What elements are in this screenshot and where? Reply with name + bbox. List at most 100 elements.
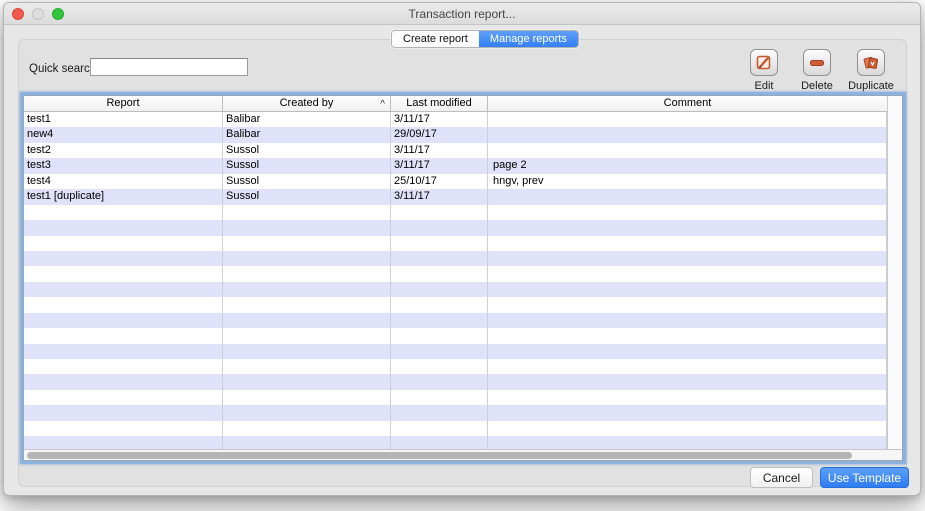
cell-created-by	[223, 297, 391, 312]
cell-comment	[488, 205, 887, 220]
table-row-empty[interactable]	[24, 205, 887, 220]
cell-last-modified: 25/10/17	[391, 174, 488, 189]
table-row-empty[interactable]	[24, 328, 887, 343]
cell-last-modified	[391, 421, 488, 436]
table-row-empty[interactable]	[24, 344, 887, 359]
cell-comment	[488, 390, 887, 405]
cell-created-by: Sussol	[223, 158, 391, 173]
cell-report: test4	[24, 174, 223, 189]
cell-created-by: Balibar	[223, 112, 391, 127]
column-header-last-modified-label: Last modified	[406, 97, 471, 109]
table-row-empty[interactable]	[24, 374, 887, 389]
table-row[interactable]: test4Sussol25/10/17hngv, prev	[24, 174, 887, 189]
use-template-button[interactable]: Use Template	[820, 467, 909, 488]
cell-comment	[488, 297, 887, 312]
cell-created-by: Balibar	[223, 127, 391, 142]
cell-report	[24, 282, 223, 297]
table-row-empty[interactable]	[24, 359, 887, 374]
table-row-empty[interactable]	[24, 220, 887, 235]
cell-last-modified	[391, 359, 488, 374]
cell-report	[24, 297, 223, 312]
cell-created-by	[223, 344, 391, 359]
cell-created-by	[223, 236, 391, 251]
cell-report	[24, 251, 223, 266]
table-row[interactable]: test2Sussol3/11/17	[24, 143, 887, 158]
cell-comment	[488, 236, 887, 251]
column-header-report[interactable]: Report	[24, 96, 223, 111]
cell-report: test1 [duplicate]	[24, 189, 223, 204]
cell-report	[24, 405, 223, 420]
cell-created-by	[223, 205, 391, 220]
cell-comment	[488, 421, 887, 436]
column-header-last-modified[interactable]: Last modified	[391, 96, 488, 111]
tab-create-report[interactable]: Create report	[392, 31, 479, 47]
cell-report	[24, 236, 223, 251]
cell-created-by	[223, 374, 391, 389]
table-row-empty[interactable]	[24, 405, 887, 420]
quick-search-input[interactable]	[90, 58, 248, 76]
cell-created-by	[223, 390, 391, 405]
cell-comment	[488, 405, 887, 420]
quick-search-label: Quick search	[29, 63, 96, 75]
vertical-scrollbar[interactable]	[887, 96, 902, 449]
cell-last-modified: 3/11/17	[391, 158, 488, 173]
table-header-row: Report Created by ^ Last modified Commen…	[24, 96, 887, 112]
title-bar: Transaction report...	[4, 3, 920, 25]
table-row-empty[interactable]	[24, 421, 887, 436]
column-header-created-by-label: Created by	[280, 97, 334, 109]
cell-comment	[488, 374, 887, 389]
cell-comment	[488, 344, 887, 359]
cell-report	[24, 328, 223, 343]
cell-last-modified	[391, 436, 488, 449]
cell-created-by: Sussol	[223, 189, 391, 204]
cell-comment	[488, 266, 887, 281]
cell-comment: hngv, prev	[488, 174, 887, 189]
horizontal-scrollbar-thumb[interactable]	[27, 452, 852, 459]
table-row-empty[interactable]	[24, 436, 887, 449]
horizontal-scrollbar[interactable]	[24, 449, 902, 460]
table-row-empty[interactable]	[24, 313, 887, 328]
table-row-empty[interactable]	[24, 251, 887, 266]
table-row-empty[interactable]	[24, 266, 887, 281]
cell-last-modified: 3/11/17	[391, 143, 488, 158]
cell-last-modified	[391, 405, 488, 420]
table-row[interactable]: new4Balibar29/09/17	[24, 127, 887, 142]
cancel-button[interactable]: Cancel	[750, 467, 813, 488]
delete-button[interactable]	[803, 49, 831, 76]
table-row-empty[interactable]	[24, 297, 887, 312]
column-header-report-label: Report	[106, 97, 139, 109]
cell-comment	[488, 328, 887, 343]
column-header-created-by[interactable]: Created by ^	[223, 96, 391, 111]
duplicate-button[interactable]	[857, 49, 885, 76]
table-row-empty[interactable]	[24, 390, 887, 405]
column-header-comment[interactable]: Comment	[488, 96, 887, 111]
duplicate-label: Duplicate	[839, 80, 903, 92]
window-title: Transaction report...	[4, 3, 920, 25]
edit-button[interactable]	[750, 49, 778, 76]
cell-comment	[488, 282, 887, 297]
cell-report	[24, 436, 223, 449]
cell-last-modified: 3/11/17	[391, 112, 488, 127]
cell-comment	[488, 143, 887, 158]
table-row-empty[interactable]	[24, 236, 887, 251]
cell-created-by: Sussol	[223, 174, 391, 189]
tab-manage-reports[interactable]: Manage reports	[479, 31, 578, 47]
table-row-empty[interactable]	[24, 282, 887, 297]
cell-created-by	[223, 328, 391, 343]
cell-created-by: Sussol	[223, 143, 391, 158]
cell-comment	[488, 127, 887, 142]
cell-created-by	[223, 359, 391, 374]
stacked-pages-icon	[862, 54, 880, 72]
tab-bar: Create report Manage reports	[391, 30, 579, 48]
table-row[interactable]: test3Sussol3/11/17page 2	[24, 158, 887, 173]
cell-last-modified	[391, 328, 488, 343]
cell-created-by	[223, 313, 391, 328]
table-row[interactable]: test1Balibar3/11/17	[24, 112, 887, 127]
table-body: test1Balibar3/11/17new4Balibar29/09/17te…	[24, 112, 887, 449]
cell-comment: page 2	[488, 158, 887, 173]
cell-last-modified	[391, 313, 488, 328]
sort-ascending-icon: ^	[380, 97, 385, 111]
cell-last-modified	[391, 205, 488, 220]
table-row[interactable]: test1 [duplicate]Sussol3/11/17	[24, 189, 887, 204]
cell-comment	[488, 112, 887, 127]
